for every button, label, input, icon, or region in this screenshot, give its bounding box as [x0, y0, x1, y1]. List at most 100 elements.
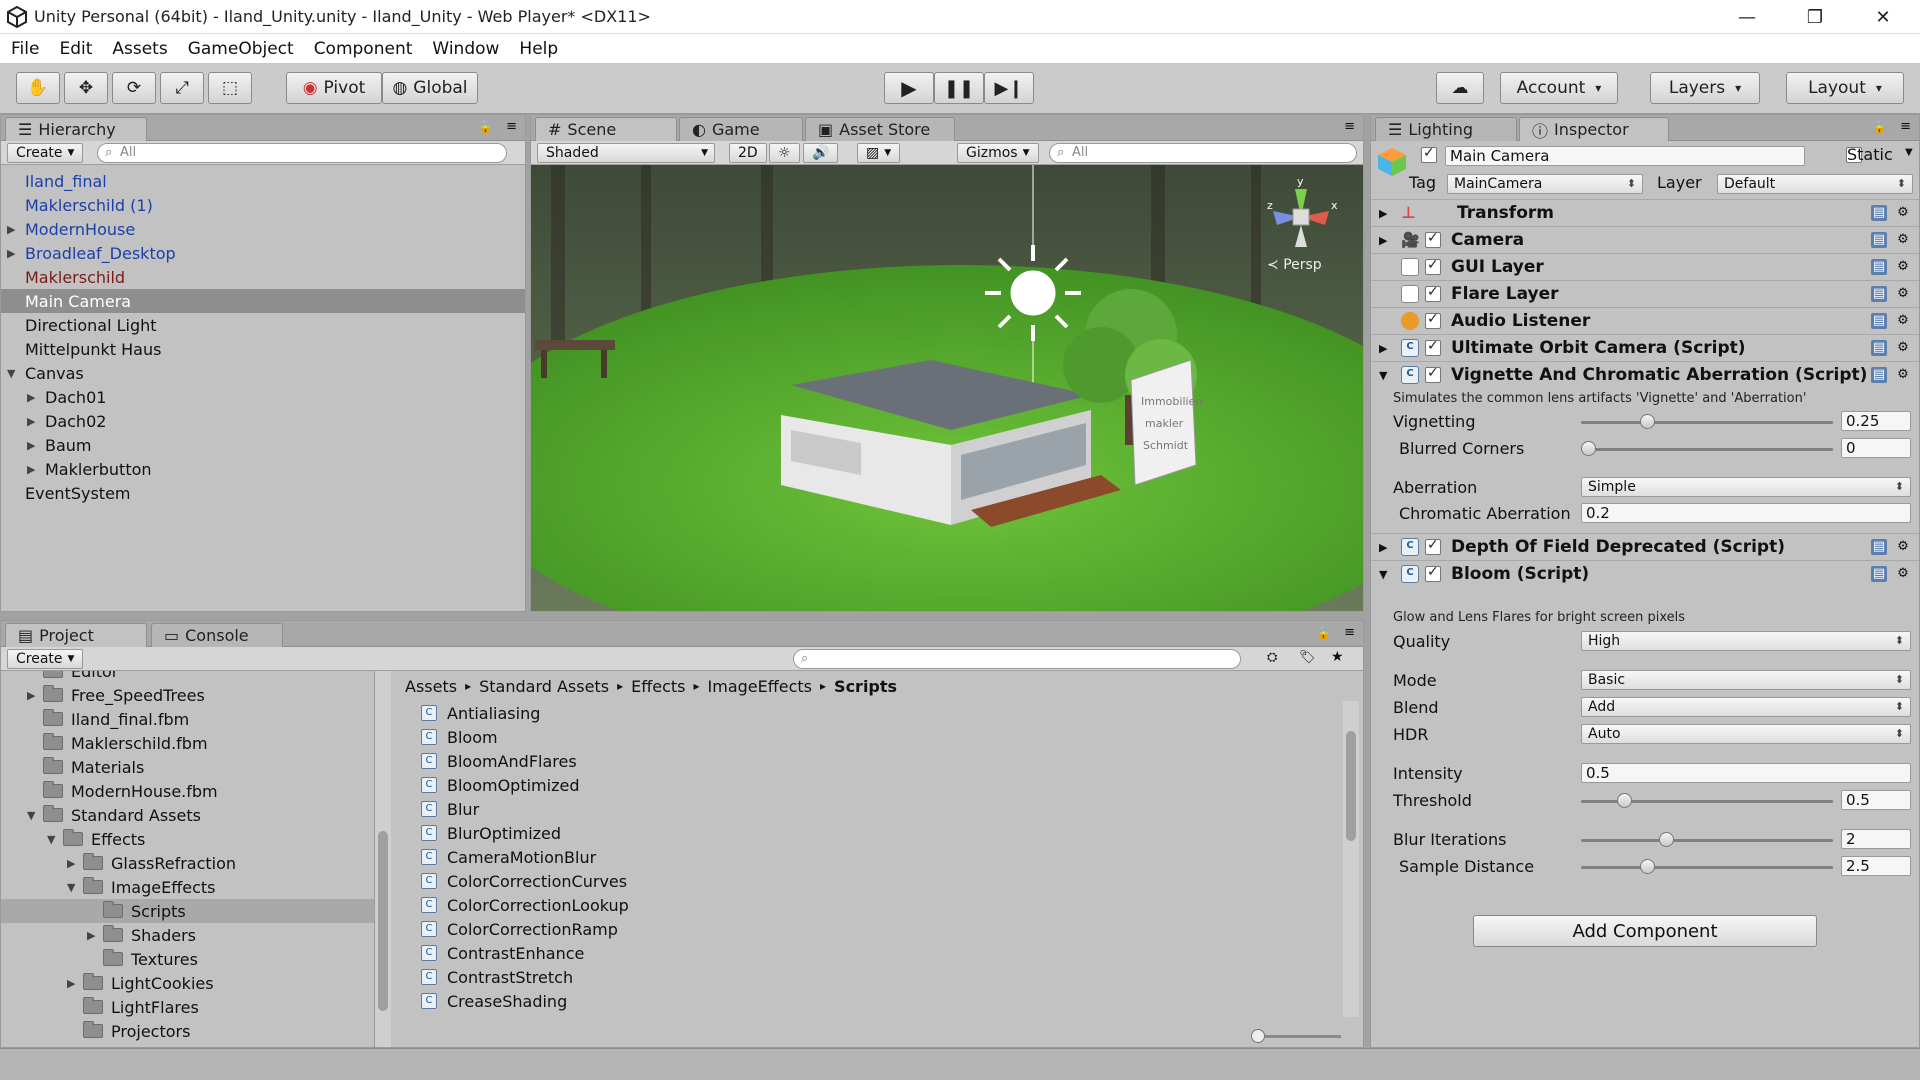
help-book-icon[interactable]: ▤ — [1871, 232, 1887, 248]
rotate-tool-button[interactable]: ⟳ — [112, 72, 156, 104]
hierarchy-item[interactable]: Maklerschild (1) — [1, 193, 525, 217]
hierarchy-item[interactable]: ▶ Maklerbutton — [1, 457, 525, 481]
maximize-button[interactable]: ❐ — [1786, 0, 1844, 34]
minimize-button[interactable]: — — [1718, 0, 1776, 34]
hierarchy-item[interactable]: Directional Light — [1, 313, 525, 337]
hierarchy-item[interactable]: Main Camera — [1, 289, 525, 313]
dof-enabled-checkbox[interactable] — [1425, 537, 1441, 555]
blur-iterations-slider-knob[interactable] — [1659, 832, 1675, 847]
asset-list-item[interactable]: C Blur — [421, 797, 479, 821]
lock-icon[interactable]: 🔒 — [1316, 626, 1331, 640]
component-gui-layer[interactable]: GUI Layer ▤ ⚙ — [1371, 253, 1919, 280]
gui-layer-enabled-checkbox[interactable] — [1425, 257, 1441, 275]
close-button[interactable]: ✕ — [1854, 0, 1912, 34]
expand-right-icon[interactable]: ▶ — [27, 439, 35, 452]
breadcrumb-item[interactable]: Effects — [631, 677, 685, 696]
files-scrollbar-thumb[interactable] — [1346, 731, 1356, 841]
rect-tool-button[interactable]: ⬚ — [208, 72, 252, 104]
static-dropdown-icon[interactable]: ▼ — [1905, 147, 1913, 158]
effects-dropdown[interactable]: ▨ ▼ — [857, 143, 901, 163]
scale-tool-button[interactable]: ⤢ — [160, 72, 204, 104]
menu-help[interactable]: Help — [519, 39, 558, 59]
bloom-enabled-checkbox[interactable] — [1425, 564, 1441, 582]
vignetting-value-field[interactable]: 0.25 — [1841, 411, 1911, 431]
tab-game[interactable]: ◐ Game — [679, 117, 803, 141]
pause-button[interactable]: ❚❚ — [934, 72, 984, 104]
blurred-corners-slider[interactable] — [1581, 441, 1833, 456]
expand-right-icon[interactable]: ▶ — [7, 223, 15, 236]
tab-inspector[interactable]: ⓘ Inspector — [1519, 117, 1669, 141]
menu-window[interactable]: Window — [432, 39, 499, 59]
lighting-toggle[interactable]: ☼ — [769, 143, 800, 163]
tab-lighting[interactable]: ☰ Lighting — [1375, 117, 1517, 141]
vignette-enabled-checkbox[interactable] — [1425, 365, 1441, 383]
panel-menu-icon[interactable]: ≡ — [1344, 625, 1355, 640]
blur-iterations-value-field[interactable]: 2 — [1841, 829, 1911, 849]
icon-size-slider-knob[interactable] — [1251, 1029, 1265, 1043]
chromatic-value-field[interactable]: 0.2 — [1581, 503, 1911, 523]
quality-dropdown[interactable]: High — [1581, 631, 1911, 651]
gear-icon[interactable]: ⚙ — [1895, 367, 1911, 383]
scene-viewport[interactable]: Immobilien makler Schmidt y x z ≺ Persp — [531, 165, 1363, 611]
asset-list-item[interactable]: C ColorCorrectionCurves — [421, 869, 627, 893]
asset-list-item[interactable]: C BloomOptimized — [421, 773, 579, 797]
blurred-corners-value-field[interactable]: 0 — [1841, 438, 1911, 458]
lock-icon[interactable]: 🔒 — [1872, 120, 1887, 134]
blur-iterations-slider[interactable] — [1581, 832, 1833, 847]
step-button[interactable]: ▶❙ — [984, 72, 1034, 104]
panel-menu-icon[interactable]: ≡ — [506, 119, 517, 134]
sample-distance-value-field[interactable]: 2.5 — [1841, 856, 1911, 876]
threshold-slider-knob[interactable] — [1616, 793, 1632, 808]
help-book-icon[interactable]: ▤ — [1871, 566, 1887, 582]
component-camera[interactable]: ▶ 🎥 Camera ▤ ⚙ — [1371, 226, 1919, 253]
breadcrumb-item[interactable]: Scripts — [834, 677, 897, 696]
menu-file[interactable]: File — [11, 39, 39, 59]
audio-toggle[interactable]: 🔊 — [803, 143, 839, 163]
help-book-icon[interactable]: ▤ — [1871, 539, 1887, 555]
intensity-value-field[interactable]: 0.5 — [1581, 763, 1911, 783]
asset-list-item[interactable]: C Antialiasing — [421, 701, 540, 725]
help-book-icon[interactable]: ▤ — [1871, 205, 1887, 221]
hdr-dropdown[interactable]: Auto — [1581, 724, 1911, 744]
aberration-dropdown[interactable]: Simple — [1581, 477, 1911, 497]
expand-right-icon[interactable]: ▶ — [27, 391, 35, 404]
shading-dropdown[interactable]: Shaded ▼ — [537, 143, 715, 163]
cloud-button[interactable]: ☁ — [1436, 72, 1484, 104]
asset-list-item[interactable]: C CreaseShading — [421, 989, 567, 1011]
panel-menu-icon[interactable]: ≡ — [1344, 119, 1355, 134]
hierarchy-item[interactable]: Maklerschild — [1, 265, 525, 289]
gameobject-active-checkbox[interactable] — [1421, 145, 1437, 163]
pivot-toggle[interactable]: ◉ Pivot — [286, 72, 382, 104]
vignetting-slider-knob[interactable] — [1640, 414, 1656, 429]
scene-search-input[interactable]: All — [1049, 143, 1357, 163]
help-book-icon[interactable]: ▤ — [1871, 367, 1887, 383]
account-dropdown[interactable]: Account — [1500, 72, 1618, 104]
layout-dropdown[interactable]: Layout — [1786, 72, 1904, 104]
layers-dropdown[interactable]: Layers — [1650, 72, 1760, 104]
menu-gameobject[interactable]: GameObject — [188, 39, 294, 59]
help-book-icon[interactable]: ▤ — [1871, 286, 1887, 302]
component-transform[interactable]: ▶ ⊥ Transform ▤ ⚙ — [1371, 199, 1919, 226]
expand-down-icon[interactable]: ▼ — [7, 367, 15, 380]
audio-listener-enabled-checkbox[interactable] — [1425, 311, 1441, 329]
project-search-input[interactable] — [793, 649, 1241, 669]
add-component-button[interactable]: Add Component — [1473, 915, 1817, 947]
component-dof[interactable]: ▶ C Depth Of Field Deprecated (Script) ▤… — [1371, 533, 1919, 560]
expand-right-icon[interactable]: ▶ — [27, 463, 35, 476]
asset-list-item[interactable]: C BloomAndFlares — [421, 749, 577, 773]
component-orbit-camera[interactable]: ▶ C Ultimate Orbit Camera (Script) ▤ ⚙ — [1371, 334, 1919, 361]
gear-icon[interactable]: ⚙ — [1895, 205, 1911, 221]
tab-scene[interactable]: # Scene — [535, 117, 677, 141]
flare-layer-enabled-checkbox[interactable] — [1425, 284, 1441, 302]
asset-list-item[interactable]: C BlurOptimized — [421, 821, 561, 845]
persp-label[interactable]: ≺ Persp — [1267, 257, 1322, 273]
orbit-enabled-checkbox[interactable] — [1425, 338, 1441, 356]
vignetting-slider[interactable] — [1581, 414, 1833, 429]
component-bloom[interactable]: ▼ C Bloom (Script) ▤ ⚙ — [1371, 560, 1919, 587]
blend-dropdown[interactable]: Add — [1581, 697, 1911, 717]
hierarchy-item[interactable]: ▶ Broadleaf_Desktop — [1, 241, 525, 265]
blurred-corners-slider-knob[interactable] — [1581, 441, 1596, 456]
tab-asset-store[interactable]: ▣ Asset Store — [805, 117, 955, 141]
hierarchy-create-button[interactable]: Create ▼ — [7, 143, 84, 163]
tab-project[interactable]: ▤ Project — [5, 623, 147, 647]
